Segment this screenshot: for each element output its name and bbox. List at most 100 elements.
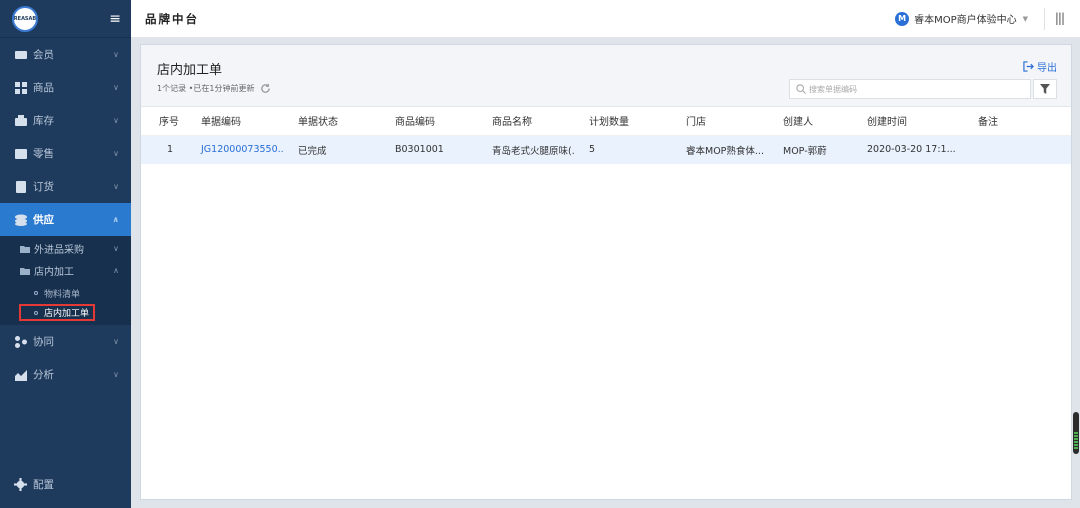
- sidebar-item-label: 商品: [33, 82, 54, 94]
- cell-created-time: 2020-03-20 17:1...: [853, 135, 964, 164]
- inventory-icon: [14, 114, 27, 127]
- chevron-down-icon: ∨: [113, 182, 119, 191]
- sidebar-item-label: 库存: [33, 115, 54, 127]
- sidebar-item-member[interactable]: 会员 ∨: [0, 38, 131, 71]
- sidebar-item-config[interactable]: 配置: [0, 470, 131, 498]
- folder-icon: [20, 245, 30, 253]
- sidebar-leaf-label: 物料清单: [44, 289, 81, 300]
- caret-down-icon: ▼: [1022, 14, 1028, 23]
- cell-product-name: 青岛老式火腿原味(...: [478, 135, 575, 164]
- chevron-down-icon: ∨: [113, 83, 119, 92]
- cell-plan-qty: 5: [575, 135, 672, 164]
- chevron-up-icon: ∧: [112, 215, 120, 224]
- column-header[interactable]: 商品编码: [381, 107, 478, 136]
- chevron-down-icon: ∨: [113, 370, 119, 379]
- logo-row: REASAB ≡: [0, 0, 131, 38]
- analysis-icon: [14, 369, 27, 381]
- cell-document-code-link[interactable]: JG12000073550...: [187, 135, 284, 164]
- column-header[interactable]: 门店: [672, 107, 769, 136]
- export-button[interactable]: 导出: [1023, 59, 1057, 74]
- folder-icon: [20, 267, 30, 275]
- column-header[interactable]: 商品名称: [478, 107, 575, 136]
- order-icon: [14, 180, 27, 193]
- cell-store: 睿本MOP熟食体...: [672, 135, 769, 164]
- goods-icon: [14, 81, 27, 94]
- column-header[interactable]: 单据状态: [284, 107, 381, 136]
- sidebar-item-collab[interactable]: 协同 ∨: [0, 325, 131, 358]
- table-row[interactable]: 1 JG12000073550... 已完成 B0301001 青岛老式火腿原味…: [141, 135, 1071, 164]
- sidebar-subitem-external-purchase[interactable]: 外进品采购 ∨: [0, 236, 131, 259]
- tenant-avatar: M: [895, 11, 910, 26]
- filter-button[interactable]: [1033, 79, 1057, 99]
- tenant-name: 睿本MOP商户体验中心: [914, 15, 1017, 26]
- sidebar-subitem-label: 外进品采购: [34, 245, 84, 256]
- cell-status: 已完成: [284, 135, 381, 164]
- sidebar-item-label: 会员: [33, 49, 54, 61]
- export-icon: [1023, 61, 1034, 72]
- sidebar: REASAB ≡ 会员 ∨ 商品 ∨ 库存 ∨ 零售 ∨ 订货 ∨ 供应 ∧ 外…: [0, 0, 131, 508]
- record-status-text: 1个记录 •已在1分钟前更新: [157, 84, 255, 93]
- search-box[interactable]: [789, 79, 1031, 99]
- retail-icon: [14, 148, 27, 160]
- sidebar-item-supply[interactable]: 供应 ∧: [0, 203, 131, 236]
- side-scroll-handle[interactable]: [1073, 412, 1079, 454]
- column-header[interactable]: 序号: [141, 107, 187, 136]
- sidebar-item-label: 供应: [33, 214, 54, 226]
- refresh-icon[interactable]: [260, 83, 271, 94]
- page-title: 店内加工单: [157, 63, 223, 78]
- column-header[interactable]: 创建人: [769, 107, 853, 136]
- sidebar-subitem-in-store-processing[interactable]: 店内加工 ∧: [0, 259, 131, 282]
- app-title: 品牌中台: [145, 11, 199, 26]
- column-header[interactable]: 备注: [964, 107, 1071, 136]
- cell-product-code: B0301001: [381, 135, 478, 164]
- sidebar-item-goods[interactable]: 商品 ∨: [0, 71, 131, 104]
- supply-icon: [14, 214, 27, 226]
- chevron-down-icon: ∨: [113, 50, 119, 59]
- table-header-row: 序号 单据编码 单据状态 商品编码 商品名称 计划数量 门店 创建人 创建时间 …: [141, 107, 1071, 136]
- chevron-down-icon: ∨: [113, 116, 119, 125]
- sidebar-item-label: 分析: [33, 369, 54, 381]
- sidebar-leaf-processing-order[interactable]: 店内加工单: [19, 304, 95, 321]
- bullet-icon: [34, 291, 38, 295]
- sidebar-item-analysis[interactable]: 分析 ∨: [0, 358, 131, 391]
- header-divider: [1044, 8, 1045, 30]
- export-label: 导出: [1037, 63, 1057, 74]
- brand-logo[interactable]: REASAB: [12, 5, 38, 32]
- cell-index: 1: [141, 135, 187, 164]
- sidebar-item-label: 零售: [33, 148, 54, 160]
- filter-icon: [1040, 84, 1050, 94]
- top-header: 品牌中台 M 睿本MOP商户体验中心 ▼ |||: [131, 0, 1080, 38]
- sidebar-item-label: 配置: [33, 478, 54, 491]
- record-status: 1个记录 •已在1分钟前更新: [157, 83, 271, 94]
- column-header[interactable]: 单据编码: [187, 107, 284, 136]
- collab-icon: [14, 335, 27, 348]
- panel-header: 店内加工单 1个记录 •已在1分钟前更新 导出: [141, 45, 1071, 107]
- search-icon: [796, 84, 806, 94]
- sidebar-leaf-bom[interactable]: 物料清单: [0, 282, 131, 304]
- scroll-grip: [1074, 432, 1078, 450]
- sidebar-item-retail[interactable]: 零售 ∨: [0, 137, 131, 170]
- sidebar-leaf-wrapper: 店内加工单: [0, 304, 131, 325]
- cell-creator: MOP-郭蔚: [769, 135, 853, 164]
- sidebar-item-label: 协同: [33, 336, 54, 348]
- search-input[interactable]: [809, 84, 1009, 94]
- chevron-down-icon: ∨: [113, 149, 119, 158]
- sidebar-leaf-label: 店内加工单: [44, 309, 90, 319]
- gear-icon: [14, 477, 27, 491]
- bullet-icon: [34, 310, 38, 315]
- sidebar-item-inventory[interactable]: 库存 ∨: [0, 104, 131, 137]
- apps-menu-icon[interactable]: |||: [1055, 11, 1065, 25]
- chevron-down-icon: ∨: [113, 337, 119, 346]
- sidebar-item-label: 订货: [33, 181, 54, 193]
- sidebar-item-order[interactable]: 订货 ∨: [0, 170, 131, 203]
- column-header[interactable]: 计划数量: [575, 107, 672, 136]
- chevron-up-icon: ∧: [113, 266, 119, 275]
- column-header[interactable]: 创建时间: [853, 107, 964, 136]
- main-panel: 店内加工单 1个记录 •已在1分钟前更新 导出 序号 单据编码 单据状态 商品编…: [140, 44, 1072, 500]
- member-icon: [14, 49, 27, 61]
- cell-remark: [964, 135, 1071, 164]
- chevron-down-icon: ∨: [113, 244, 119, 253]
- tenant-switcher[interactable]: M 睿本MOP商户体验中心 ▼: [895, 11, 1028, 26]
- menu-toggle-icon[interactable]: ≡: [109, 11, 121, 27]
- data-table: 序号 单据编码 单据状态 商品编码 商品名称 计划数量 门店 创建人 创建时间 …: [141, 107, 1071, 164]
